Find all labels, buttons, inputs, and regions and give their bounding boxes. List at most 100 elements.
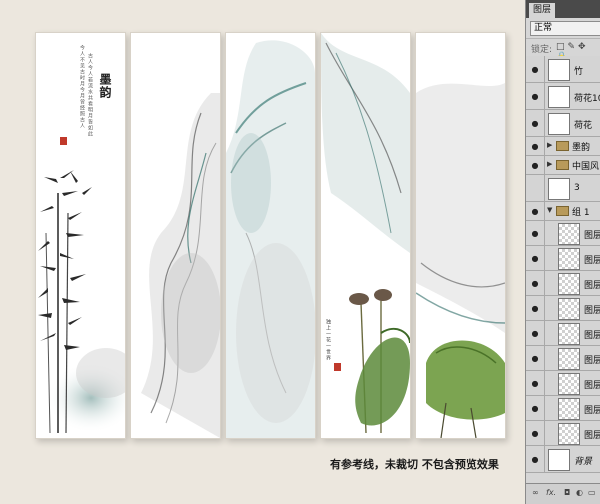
panel-poem-right: 古人今人若流水共看明月皆如此 xyxy=(87,53,93,137)
adjust-icon[interactable]: ◐ xyxy=(576,488,583,497)
layer-thumbnail xyxy=(548,449,570,471)
layer-name: 图层 xyxy=(584,256,600,266)
layer-name: 图层 xyxy=(584,431,600,441)
layers-panel[interactable]: 图层 正常 锁定: □✎✥🔒 ● 竹 ● 荷花10 ● 荷花 ● ▶ xyxy=(525,0,600,504)
layer-list[interactable]: ● 竹 ● 荷花10 ● 荷花 ● ▶ 墨韵 ● ▶ 中国风 xyxy=(526,56,600,484)
eye-icon[interactable]: ● xyxy=(526,110,545,136)
folder-icon xyxy=(556,141,569,151)
layer-name: 竹 xyxy=(574,67,584,77)
eye-icon[interactable]: ● xyxy=(526,202,545,220)
layer-thumbnail xyxy=(558,373,580,395)
layer-thumbnail xyxy=(548,178,570,200)
ink-smoke-teal-art xyxy=(226,40,315,438)
layer-name: 图层 xyxy=(584,306,600,316)
eye-icon[interactable]: ● xyxy=(526,321,545,345)
layer-name: 荷花10 xyxy=(574,94,600,104)
layer-row[interactable]: ● 图层 xyxy=(526,296,600,321)
layer-thumbnail xyxy=(558,323,580,345)
layer-name: 图层 xyxy=(584,331,600,341)
layers-tabbar: 图层 xyxy=(526,0,600,18)
red-seal-stamp xyxy=(334,363,341,371)
blend-mode-select[interactable]: 正常 xyxy=(530,21,600,36)
panel-ink-smoke-2 xyxy=(130,32,221,439)
expand-triangle-icon[interactable]: ▶ xyxy=(547,141,552,149)
layer-row[interactable]: ● 竹 xyxy=(526,56,600,83)
panel-bamboo: 墨韵 今人不见古时月今月曾经照古人 古人今人若流水共看明月皆如此 xyxy=(35,32,126,439)
lotus-leaf-art xyxy=(416,83,505,438)
eye-icon[interactable]: ● xyxy=(526,346,545,370)
panel-lotus-leaf xyxy=(415,32,506,439)
panel-poem: 今人不见古时月今月曾经照古人 xyxy=(79,45,85,129)
lotus-art xyxy=(321,33,410,434)
caption-note: 有参考线，未裁切 不包含预览效果 xyxy=(330,458,499,471)
eye-hidden-icon[interactable] xyxy=(526,175,545,201)
layer-row[interactable]: ● 荷花 xyxy=(526,110,600,137)
layer-row[interactable]: ● 图层 xyxy=(526,271,600,296)
tab-layers[interactable]: 图层 xyxy=(529,3,556,18)
layer-name: 图层 xyxy=(584,281,600,291)
layer-thumbnail xyxy=(558,298,580,320)
panel-title: 墨韵 xyxy=(98,73,112,99)
red-seal-stamp xyxy=(60,137,67,145)
layer-thumbnail xyxy=(558,248,580,270)
mask-icon[interactable]: ◘ xyxy=(564,488,570,497)
link-icon[interactable]: ∞ xyxy=(532,488,539,497)
layer-row[interactable]: ● 图层 xyxy=(526,371,600,396)
lock-row: 锁定: □✎✥🔒 xyxy=(526,39,600,62)
folder-icon xyxy=(556,160,569,170)
lock-label: 锁定: xyxy=(531,45,553,55)
eye-icon[interactable]: ● xyxy=(526,271,545,295)
expand-triangle-icon[interactable]: ▶ xyxy=(547,160,552,168)
layer-name: 荷花 xyxy=(574,121,593,131)
eye-icon[interactable]: ● xyxy=(526,137,545,155)
layer-thumbnail xyxy=(548,59,570,81)
layer-row[interactable]: ● 图层 xyxy=(526,221,600,246)
layer-name: 图层 xyxy=(584,381,600,391)
panel-ink-smoke-3 xyxy=(225,32,316,439)
eye-icon[interactable]: ● xyxy=(526,221,545,245)
eye-icon[interactable]: ● xyxy=(526,421,545,445)
eye-icon[interactable]: ● xyxy=(526,371,545,395)
eye-icon[interactable]: ● xyxy=(526,246,545,270)
panel-poem: 独上一花一世界 xyxy=(325,319,331,361)
layer-name: 3 xyxy=(574,183,580,193)
layer-name: 图层 xyxy=(584,356,600,366)
panel-lotus: 独上一花一世界 xyxy=(320,32,411,439)
eye-icon[interactable]: ● xyxy=(526,296,545,320)
folder-icon[interactable]: ▭ xyxy=(588,488,596,497)
layer-row[interactable]: ● 图层 xyxy=(526,396,600,421)
layer-row[interactable]: ● 图层 xyxy=(526,421,600,446)
layer-name: 中国风 xyxy=(572,162,600,172)
layer-group-row[interactable]: ● ▼ 组 1 xyxy=(526,202,600,221)
eye-icon[interactable]: ● xyxy=(526,446,545,472)
layer-row[interactable]: 3 xyxy=(526,175,600,202)
fx-icon[interactable]: fx. xyxy=(546,488,556,497)
layer-name: 图层 xyxy=(584,231,600,241)
layer-thumbnail xyxy=(558,273,580,295)
layer-row[interactable]: ● 图层 xyxy=(526,346,600,371)
layer-thumbnail xyxy=(548,113,570,135)
eye-icon[interactable]: ● xyxy=(526,156,545,174)
layer-row-background[interactable]: ● 背景 xyxy=(526,446,600,473)
eye-icon[interactable]: ● xyxy=(526,56,545,82)
layer-name: 图层 xyxy=(584,406,600,416)
layer-name: 背景 xyxy=(574,457,593,467)
layer-group-row[interactable]: ● ▶ 中国风 xyxy=(526,156,600,175)
blend-mode-row: 正常 xyxy=(526,18,600,39)
layer-name: 组 1 xyxy=(572,208,590,218)
layer-row[interactable]: ● 图层 xyxy=(526,246,600,271)
ink-smoke-art xyxy=(141,93,220,438)
eye-icon[interactable]: ● xyxy=(526,396,545,420)
layer-thumbnail xyxy=(548,86,570,108)
layer-thumbnail xyxy=(558,348,580,370)
layer-name: 墨韵 xyxy=(572,143,591,153)
layer-thumbnail xyxy=(558,223,580,245)
layer-group-row[interactable]: ● ▶ 墨韵 xyxy=(526,137,600,156)
eye-icon[interactable]: ● xyxy=(526,83,545,109)
document-canvas[interactable]: 墨韵 今人不见古时月今月曾经照古人 古人今人若流水共看明月皆如此 独上一花一世界… xyxy=(0,0,525,504)
layer-thumbnail xyxy=(558,398,580,420)
layers-footer: ∞ fx. ◘ ◐ ▭ xyxy=(526,483,600,504)
layer-row[interactable]: ● 图层 xyxy=(526,321,600,346)
collapse-triangle-icon[interactable]: ▼ xyxy=(547,206,552,214)
layer-row[interactable]: ● 荷花10 xyxy=(526,83,600,110)
